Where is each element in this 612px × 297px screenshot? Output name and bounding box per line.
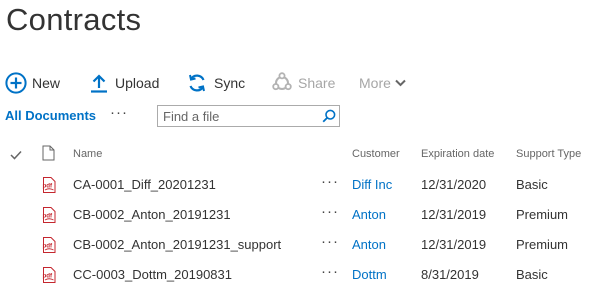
file-name-link[interactable]: CB-0002_Anton_20191231_support [73,237,281,252]
support-type: Premium [516,237,569,252]
share-button[interactable]: Share [271,70,335,96]
expiration-date: 8/31/2019 [421,267,479,282]
more-button[interactable]: More [359,70,406,96]
search-icon[interactable] [319,106,339,126]
view-all-documents[interactable]: All Documents [5,108,96,123]
table-row[interactable]: pdf CA-0001_Diff_20201231 ··· Diff Inc 1… [0,170,612,200]
search-input[interactable] [158,107,319,125]
view-options-ellipsis[interactable]: ··· [110,104,128,121]
expiration-date: 12/31/2019 [421,237,487,252]
new-button[interactable]: New [5,70,60,96]
row-actions-ellipsis[interactable]: ··· [321,173,339,190]
customer-link[interactable]: Anton [352,237,386,252]
pdf-icon: pdf [41,207,57,228]
share-button-label: Share [298,75,336,91]
plus-circle-icon [5,72,27,94]
chevron-down-icon [395,79,406,87]
support-type: Basic [516,177,548,192]
share-icon [271,72,293,94]
upload-button-label: Upload [115,75,160,91]
search-box [157,105,340,127]
select-all-checkmark-icon[interactable] [10,147,22,165]
new-button-label: New [32,75,61,91]
expiration-date: 12/31/2019 [421,207,487,222]
pdf-icon: pdf [41,237,57,258]
table-row[interactable]: pdf CC-0003_Dottm_20190831 ··· Dottm 8/3… [0,260,612,290]
document-type-icon [42,145,55,166]
support-type: Premium [516,207,569,222]
sync-icon [186,72,208,94]
support-type: Basic [516,267,548,282]
pdf-icon: pdf [41,177,57,198]
row-actions-ellipsis[interactable]: ··· [321,263,339,280]
file-name-link[interactable]: CC-0003_Dottm_20190831 [73,267,232,282]
file-name-link[interactable]: CB-0002_Anton_20191231 [73,207,231,222]
table-row[interactable]: pdf CB-0002_Anton_20191231 ··· Anton 12/… [0,200,612,230]
column-header-support-type[interactable]: Support Type [516,148,581,160]
column-header-customer[interactable]: Customer [352,148,400,160]
row-actions-ellipsis[interactable]: ··· [321,233,339,250]
pdf-icon: pdf [41,267,57,288]
more-button-label: More [359,75,391,91]
page-title: Contracts [6,2,142,37]
customer-link[interactable]: Dottm [352,267,387,282]
file-name-link[interactable]: CA-0001_Diff_20201231 [73,177,216,192]
customer-link[interactable]: Diff Inc [352,177,392,192]
column-header-expiration-date[interactable]: Expiration date [421,148,494,160]
column-header-name[interactable]: Name [73,148,102,160]
row-actions-ellipsis[interactable]: ··· [321,203,339,220]
sync-button[interactable]: Sync [186,70,245,96]
sync-button-label: Sync [214,75,246,91]
upload-button[interactable]: Upload [89,70,159,96]
customer-link[interactable]: Anton [352,207,386,222]
expiration-date: 12/31/2020 [421,177,487,192]
table-row[interactable]: pdf CB-0002_Anton_20191231_support ··· A… [0,230,612,260]
upload-arrow-icon [89,72,109,94]
